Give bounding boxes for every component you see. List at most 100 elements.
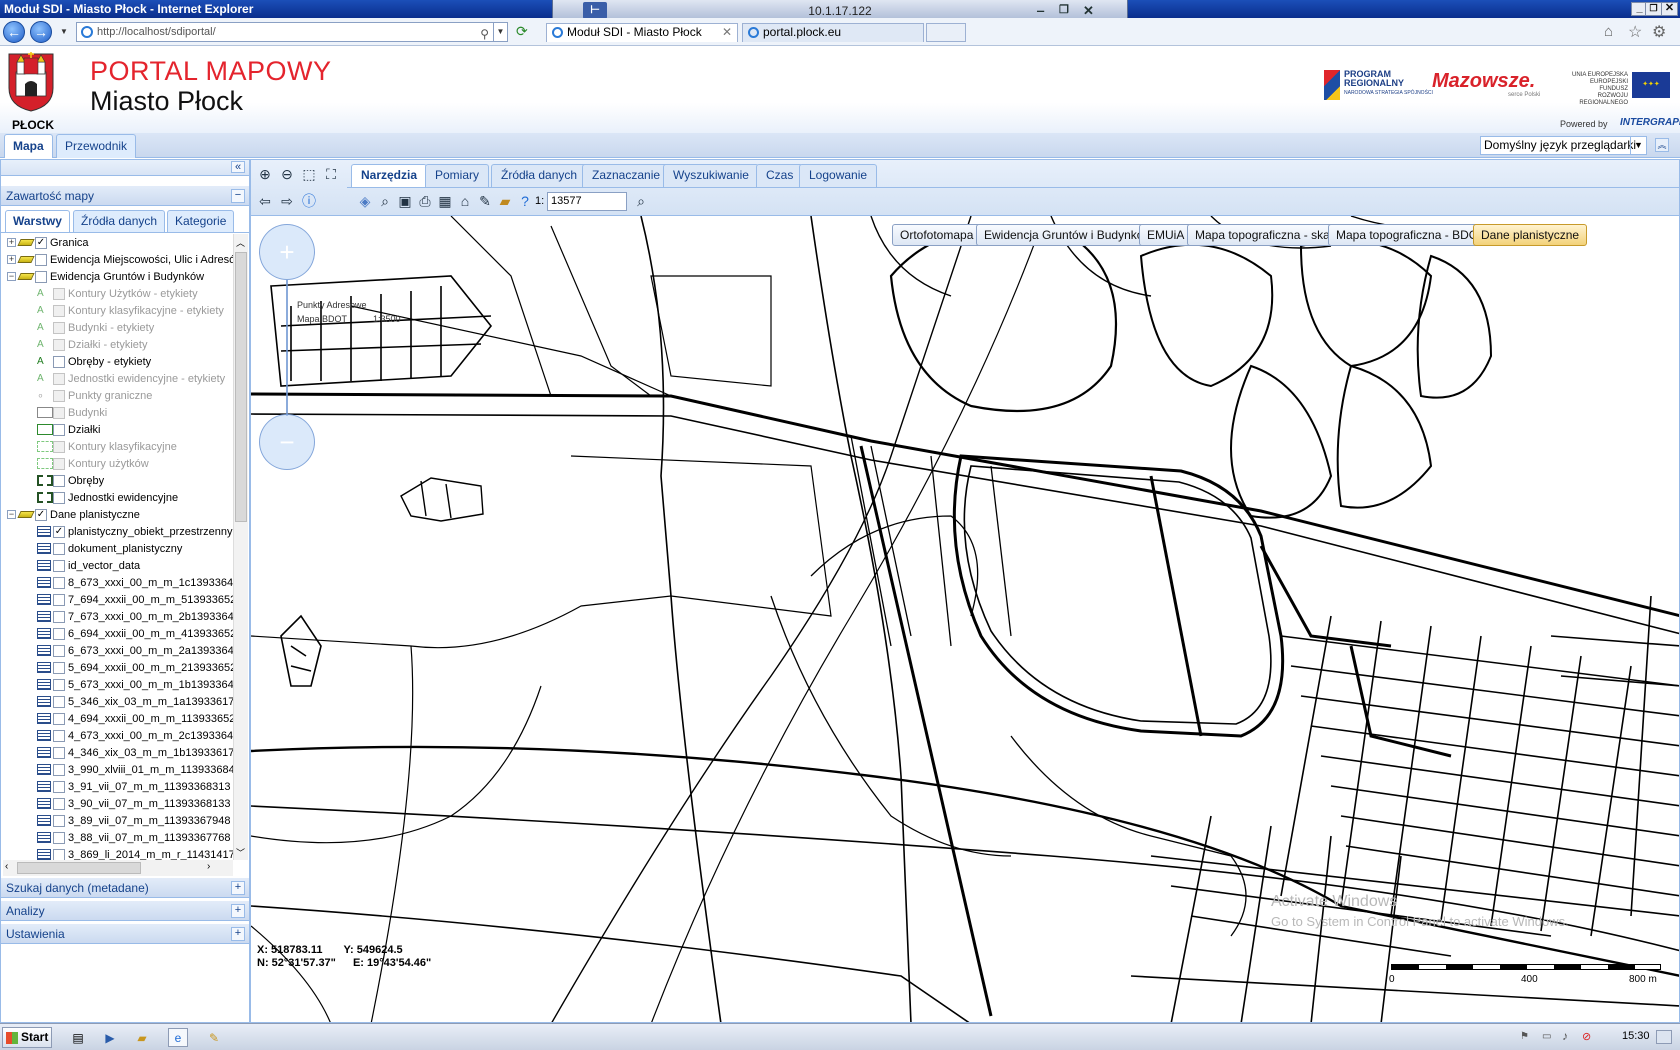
layer-row[interactable]: 3_89_vii_07_m_m_11393367948 <box>3 812 233 830</box>
previous-view-icon[interactable]: ⇦ <box>255 191 275 211</box>
layer-checkbox[interactable] <box>53 713 65 725</box>
tray-network-icon[interactable]: ▭ <box>1542 1031 1551 1042</box>
layer-checkbox[interactable] <box>35 271 47 283</box>
layer-row[interactable]: ∘ Punkty graniczne <box>3 387 233 405</box>
zoom-out-icon[interactable]: ⊖ <box>277 164 297 184</box>
layer-checkbox[interactable] <box>53 832 65 844</box>
vscroll-thumb[interactable] <box>235 252 247 522</box>
next-view-icon[interactable]: ⇨ <box>277 191 297 211</box>
layer-checkbox[interactable] <box>53 373 65 385</box>
layers-icon[interactable]: ◈ <box>355 191 375 211</box>
scroll-down-icon[interactable]: ﹀ <box>236 846 245 859</box>
map-contents-header[interactable]: Zawartość mapy − <box>1 186 249 206</box>
zoom-box-icon[interactable]: ⬚ <box>299 164 319 184</box>
tab-przewodnik[interactable]: Przewodnik <box>56 134 137 158</box>
refresh-icon[interactable]: ⟳ <box>516 23 528 40</box>
rdp-minimize-button[interactable]: ‒ <box>1037 3 1044 18</box>
layer-row[interactable]: A Obręby - etykiety <box>3 353 233 371</box>
layer-checkbox[interactable]: ✓ <box>35 237 47 249</box>
zoom-slider-track[interactable] <box>286 280 288 416</box>
layer-checkbox[interactable] <box>53 815 65 827</box>
zoom-out-control[interactable]: − <box>259 414 315 470</box>
layer-row[interactable]: 6_673_xxxi_00_m_m_2a1393364 <box>3 642 233 660</box>
tab-narzedzia[interactable]: Narzędzia <box>351 164 428 187</box>
info-icon[interactable]: ⓘ <box>299 191 319 211</box>
layer-checkbox[interactable] <box>53 577 65 589</box>
layer-row[interactable]: 4_673_xxxi_00_m_m_2c1393364 <box>3 727 233 745</box>
tab-logowanie[interactable]: Logowanie <box>799 164 878 187</box>
layer-checkbox[interactable] <box>53 543 65 555</box>
find-icon[interactable]: ⌕ <box>375 191 395 211</box>
bg-ortofotomapa-button[interactable]: Ortofotomapa <box>892 224 982 246</box>
tray-alert-icon[interactable]: ⊘ <box>1582 1030 1591 1043</box>
layer-checkbox[interactable] <box>53 730 65 742</box>
bg-dane-planistyczne-button[interactable]: Dane planistyczne <box>1473 224 1588 246</box>
layer-tree-hscrollbar[interactable]: ‹ › <box>3 860 233 876</box>
layer-checkbox[interactable] <box>35 254 47 266</box>
map-canvas[interactable]: Ortofotomapa Ewidencja Gruntów i Budynkó… <box>251 216 1679 1022</box>
layer-row[interactable]: dokument_planistyczny <box>3 540 233 558</box>
layer-checkbox[interactable]: ✓ <box>35 509 47 521</box>
layer-row[interactable]: − Ewidencja Gruntów i Budynków <box>3 268 233 286</box>
apply-scale-icon[interactable]: ⌕ <box>631 191 651 211</box>
scale-input[interactable]: 13577 <box>547 192 627 211</box>
gear-icon[interactable]: ⚙ <box>1652 22 1666 42</box>
print-icon[interactable]: ⎙ <box>415 191 435 211</box>
layer-row[interactable]: 8_673_xxxi_00_m_m_1c1393364 <box>3 574 233 592</box>
history-dropdown-icon[interactable]: ▼ <box>60 27 68 36</box>
expand-icon[interactable]: + <box>7 255 16 264</box>
close-button[interactable]: ✕ <box>1661 2 1678 16</box>
server-manager-icon[interactable]: ▤ <box>68 1028 88 1047</box>
start-button[interactable]: Start <box>2 1027 52 1048</box>
zoom-extent-icon[interactable]: ⛶ <box>321 164 341 184</box>
layer-checkbox[interactable] <box>53 849 65 860</box>
layer-checkbox[interactable] <box>53 390 65 402</box>
layer-row[interactable]: 3_990_xlviii_01_m_m_113933684 <box>3 761 233 779</box>
browser-tab-sdi[interactable]: Moduł SDI - Miasto Płock ✕ <box>546 23 738 42</box>
layer-row[interactable]: A Działki - etykiety <box>3 336 233 354</box>
layer-row[interactable]: A Jednostki ewidencyjne - etykiety <box>3 370 233 388</box>
layer-row[interactable]: A Kontury Użytków - etykiety <box>3 285 233 303</box>
layer-checkbox[interactable] <box>53 560 65 572</box>
layer-row[interactable]: id_vector_data <box>3 557 233 575</box>
layer-row[interactable]: Jednostki ewidencyjne <box>3 489 233 507</box>
folder-icon[interactable]: ▰ <box>495 191 515 211</box>
layer-checkbox[interactable]: ✓ <box>53 526 65 538</box>
save-icon[interactable]: ▣ <box>395 191 415 211</box>
panel-szukaj-danych[interactable]: Szukaj danych (metadane) + <box>1 878 249 898</box>
expand-icon[interactable]: + <box>231 881 245 895</box>
layer-checkbox[interactable] <box>53 288 65 300</box>
notepad-icon[interactable]: ✎ <box>204 1028 224 1047</box>
collapse-header-icon[interactable]: ︽ <box>1655 138 1669 152</box>
layer-checkbox[interactable] <box>53 662 65 674</box>
layer-checkbox[interactable] <box>53 492 65 504</box>
layer-row[interactable]: 5_346_xix_03_m_m_1a13933617 <box>3 693 233 711</box>
powershell-icon[interactable]: ▶ <box>100 1028 120 1047</box>
layer-row[interactable]: A Budynki - etykiety <box>3 319 233 337</box>
subtab-kategorie[interactable]: Kategorie <box>167 210 235 232</box>
layer-checkbox[interactable] <box>53 628 65 640</box>
show-desktop-button[interactable] <box>1656 1030 1672 1044</box>
tab-zrodla-danych[interactable]: Źródła danych <box>491 164 588 187</box>
layer-row[interactable]: A Kontury klasyfikacyjne - etykiety <box>3 302 233 320</box>
browser-tab-portal[interactable]: portal.plock.eu <box>742 23 924 42</box>
layer-row[interactable]: + ✓ Granica <box>3 234 233 252</box>
layer-checkbox[interactable] <box>53 764 65 776</box>
favorites-icon[interactable]: ☆ <box>1628 22 1642 42</box>
help-icon[interactable]: ? <box>515 191 535 211</box>
layer-row[interactable]: 3_88_vii_07_m_m_11393367768 <box>3 829 233 847</box>
explorer-icon[interactable]: ▰ <box>132 1028 152 1047</box>
scroll-right-icon[interactable]: › <box>207 861 210 872</box>
rdp-restore-button[interactable]: ❐ <box>1059 3 1069 16</box>
layer-checkbox[interactable] <box>53 781 65 793</box>
layer-row[interactable]: 5_694_xxxii_00_m_m_213933652 <box>3 659 233 677</box>
bg-egib-button[interactable]: Ewidencja Gruntów i Budynków <box>976 224 1161 246</box>
expand-icon[interactable]: + <box>231 904 245 918</box>
chevron-down-icon[interactable]: ▼ <box>1630 137 1646 154</box>
search-icon[interactable]: ⚲ <box>480 25 489 43</box>
collapse-icon[interactable]: − <box>231 189 245 203</box>
bg-topo-bdot-button[interactable]: Mapa topograficzna - BDOT <box>1328 224 1494 246</box>
expand-icon[interactable]: + <box>231 927 245 941</box>
bg-topo-skan-button[interactable]: Mapa topograficzna - skan <box>1187 224 1345 246</box>
panel-ustawienia[interactable]: Ustawienia + <box>1 924 249 944</box>
